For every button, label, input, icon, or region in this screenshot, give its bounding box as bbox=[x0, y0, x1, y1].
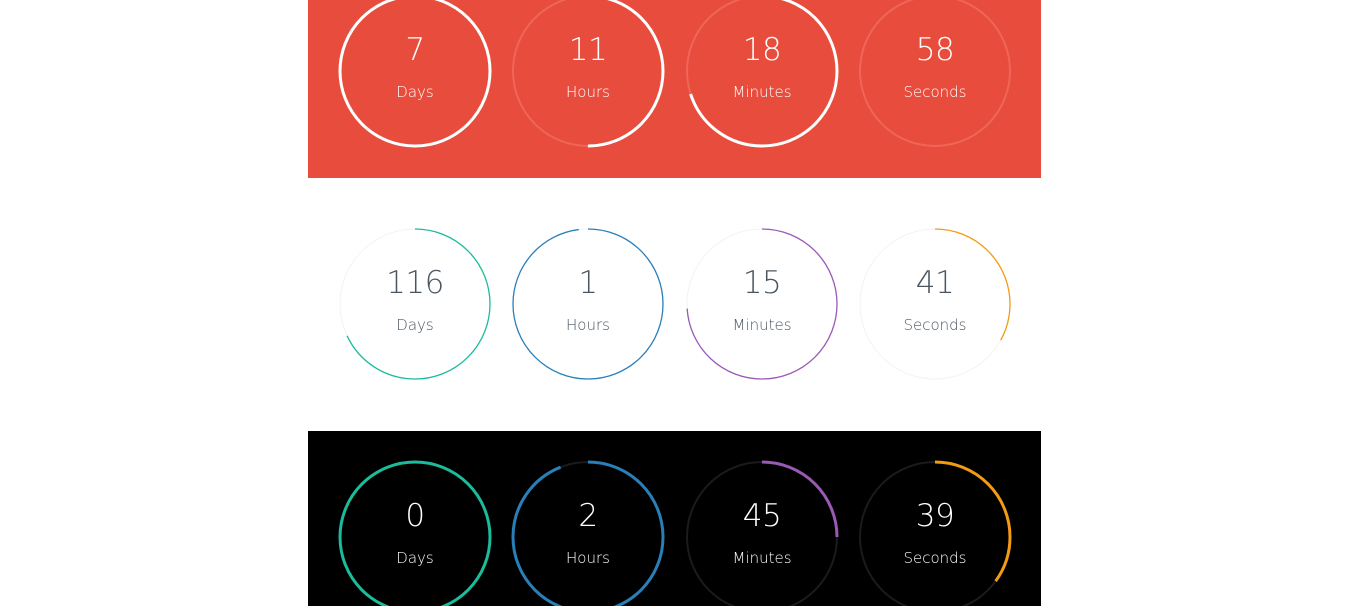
progress-ring bbox=[685, 0, 839, 148]
progress-ring bbox=[859, 0, 1011, 147]
progress-track bbox=[859, 0, 1011, 147]
progress-arc bbox=[859, 228, 1011, 380]
timer-label: Seconds bbox=[903, 316, 967, 334]
progress-ring bbox=[338, 0, 492, 148]
timer-label: Minutes bbox=[732, 549, 792, 567]
timer-days: 0 Days bbox=[338, 460, 492, 606]
timer-minutes: 18 Minutes bbox=[685, 0, 839, 148]
progress-track bbox=[859, 228, 1011, 380]
timer-label: Days bbox=[396, 549, 434, 567]
timer-hours: 1 Hours bbox=[511, 227, 665, 381]
progress-arc bbox=[686, 228, 838, 380]
timer-seconds: 58 Seconds bbox=[858, 0, 1012, 148]
timer-value: 18 bbox=[742, 32, 782, 68]
progress-ring bbox=[859, 228, 1011, 380]
timer-hours: 11 Hours bbox=[511, 0, 665, 148]
progress-track bbox=[686, 228, 838, 380]
countdown-panel-red: 7 Days 11 Hours 18 Minutes 58 Seconds bbox=[308, 0, 1041, 178]
progress-track bbox=[339, 228, 491, 380]
timer-seconds: 41 Seconds bbox=[858, 227, 1012, 381]
timer-label: Minutes bbox=[732, 316, 792, 334]
countdown-panel-black: 0 Days 2 Hours 45 Minutes 39 Seconds bbox=[308, 431, 1041, 606]
progress-track bbox=[512, 228, 664, 380]
progress-arc bbox=[339, 228, 491, 380]
timer-days: 116 Days bbox=[338, 227, 492, 381]
timer-label: Seconds bbox=[903, 83, 967, 101]
progress-ring bbox=[512, 228, 664, 380]
timer-days: 7 Days bbox=[338, 0, 492, 148]
timer-value: 15 bbox=[742, 265, 782, 301]
progress-ring bbox=[339, 228, 491, 380]
timer-seconds: 39 Seconds bbox=[858, 460, 1012, 606]
progress-ring bbox=[686, 228, 838, 380]
timer-value: 39 bbox=[915, 498, 955, 534]
timer-minutes: 15 Minutes bbox=[685, 227, 839, 381]
progress-arc bbox=[338, 0, 492, 148]
timer-label: Hours bbox=[566, 549, 610, 567]
timer-value: 45 bbox=[742, 498, 782, 534]
timer-value: 11 bbox=[568, 32, 608, 68]
timer-value: 1 bbox=[578, 265, 598, 301]
progress-arc bbox=[511, 460, 665, 606]
timer-label: Days bbox=[396, 83, 434, 101]
timer-minutes: 45 Minutes bbox=[685, 460, 839, 606]
progress-arc bbox=[338, 460, 492, 606]
countdown-panel-white: 116 Days 1 Hours 15 Minutes 41 Seconds bbox=[308, 178, 1041, 431]
timer-value: 7 bbox=[405, 32, 425, 68]
timer-value: 116 bbox=[386, 265, 444, 301]
progress-arc bbox=[512, 228, 664, 380]
timer-value: 41 bbox=[915, 265, 955, 301]
timer-hours: 2 Hours bbox=[511, 460, 665, 606]
timer-value: 58 bbox=[915, 32, 955, 68]
timer-label: Days bbox=[396, 316, 434, 334]
timer-label: Minutes bbox=[732, 83, 792, 101]
timer-value: 0 bbox=[405, 498, 425, 534]
timer-label: Seconds bbox=[903, 549, 967, 567]
timer-label: Hours bbox=[566, 83, 610, 101]
timer-label: Hours bbox=[566, 316, 610, 334]
progress-arc bbox=[685, 0, 839, 148]
timer-value: 2 bbox=[578, 498, 598, 534]
progress-ring bbox=[511, 0, 665, 148]
